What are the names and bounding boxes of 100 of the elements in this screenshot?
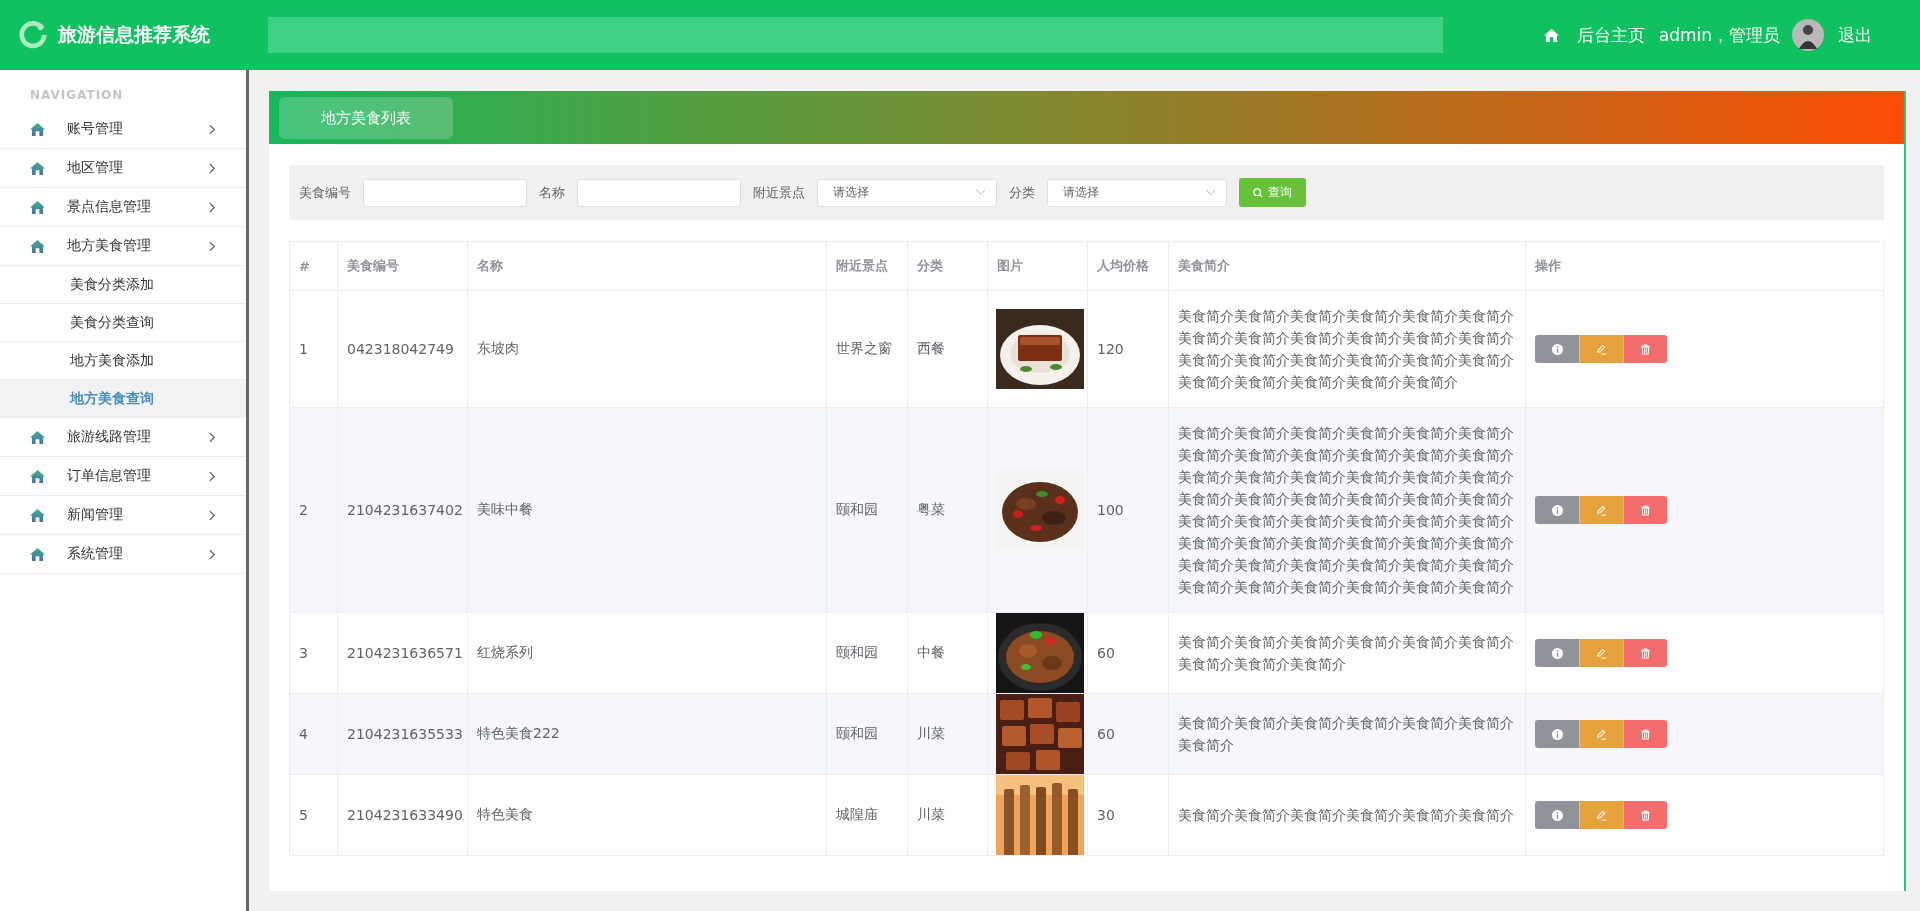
edit-button[interactable] — [1579, 639, 1623, 667]
trash-icon — [1640, 504, 1651, 516]
info-icon — [1551, 728, 1563, 740]
chevron-icon — [209, 548, 216, 560]
table-cell: 美食简介美食简介美食简介美食简介美食简介美食简介美食简介 — [1168, 693, 1526, 775]
table-cell: 特色美食222 — [467, 693, 827, 775]
table-cell: 5 — [289, 774, 338, 856]
home-icon — [30, 200, 45, 214]
home-icon — [30, 430, 45, 444]
column-header: 图片 — [987, 241, 1088, 291]
chevron-icon — [209, 431, 216, 443]
search-icon — [1253, 187, 1263, 198]
table-cell: 川菜 — [907, 693, 988, 775]
sidebar-subitem[interactable]: 美食分类查询 — [0, 304, 246, 342]
home-icon — [30, 508, 45, 522]
nav-heading: NAVIGATION — [29, 87, 125, 104]
details-button[interactable] — [1535, 801, 1579, 829]
home-icon[interactable] — [1543, 28, 1559, 42]
sidebar-item[interactable]: 系统管理 — [0, 535, 246, 574]
table-cell: 美味中餐 — [467, 407, 827, 613]
sidebar-item[interactable]: 账号管理 — [0, 110, 246, 149]
details-button[interactable] — [1535, 496, 1579, 524]
info-icon — [1551, 647, 1563, 659]
user-name: admin，管理员 — [1658, 23, 1780, 47]
table-cell: 美食简介美食简介美食简介美食简介美食简介美食简介美食简介美食简介美食简介美食简介美食简介美食简介美食简介美食简介美食简介美食简介美食简介美食简介美食简介美食简介美食简介美食简介美食简介美食简介美食简介美食简介美食简介美食简介美食简介美食简介美食简介美食简介美食简介美食简介美食简介美食简介美食简介美食简介美食简介美食简介美食简介美食简介美食简介美食简介美食简介美食简介美食简介美食简介 — [1168, 407, 1526, 613]
table-cell: 1 — [289, 290, 338, 408]
edit-button[interactable] — [1579, 335, 1623, 363]
trash-icon — [1640, 728, 1651, 740]
search-field[interactable] — [268, 17, 1443, 53]
edit-icon — [1596, 504, 1607, 516]
filter-label: 美食编号 — [299, 183, 351, 202]
app-title: 旅游信息推荐系统 — [58, 22, 210, 47]
info-icon — [1551, 504, 1563, 516]
table-cell: 2104231636571 — [337, 612, 468, 694]
table-cell: 60 — [1087, 612, 1169, 694]
table-cell: 川菜 — [907, 774, 988, 856]
sidebar-item[interactable]: 新闻管理 — [0, 496, 246, 535]
caret-icon — [1205, 189, 1216, 196]
table-cell: 2104231633490 — [337, 774, 468, 856]
column-header: 人均价格 — [1087, 241, 1169, 291]
home-icon — [30, 547, 45, 561]
table-cell: 特色美食 — [467, 774, 827, 856]
filter-label: 附近景点 — [753, 183, 805, 202]
edit-icon — [1596, 647, 1607, 659]
table-cell: 城隍庙 — [826, 774, 908, 856]
delete-button[interactable] — [1623, 496, 1667, 524]
avatar-icon[interactable] — [1792, 19, 1824, 51]
sidebar-item[interactable]: 景点信息管理 — [0, 188, 246, 227]
column-header: 附近景点 — [826, 241, 908, 291]
column-header: 美食编号 — [337, 241, 468, 291]
table-cell: 042318042749 — [337, 290, 468, 408]
logo-icon — [18, 20, 48, 50]
select-field[interactable]: 请选择 — [1047, 178, 1227, 207]
delete-button[interactable] — [1623, 801, 1667, 829]
edit-button[interactable] — [1579, 720, 1623, 748]
table-cell: 东坡肉 — [467, 290, 827, 408]
sidebar-item[interactable]: 旅游线路管理 — [0, 418, 246, 457]
column-header: 操作 — [1525, 241, 1884, 291]
trash-icon — [1640, 343, 1651, 355]
filter-label: 分类 — [1009, 183, 1035, 202]
table-cell: 颐和园 — [826, 407, 908, 613]
chevron-icon — [209, 123, 216, 135]
details-button[interactable] — [1535, 720, 1579, 748]
chevron-icon — [209, 240, 216, 252]
table-cell: 美食简介美食简介美食简介美食简介美食简介美食简介美食简介美食简介美食简介美食简介美食简介美食简介美食简介美食简介美食简介美食简介美食简介美食简介美食简介美食简介美食简介美食简介美食简介 — [1168, 290, 1526, 408]
sidebar-item[interactable]: 地区管理 — [0, 149, 246, 188]
table-cell: 中餐 — [907, 612, 988, 694]
input-field[interactable] — [577, 178, 741, 207]
input-field[interactable] — [363, 178, 527, 207]
edit-button[interactable] — [1579, 496, 1623, 524]
table-cell: 颐和园 — [826, 693, 908, 775]
delete-button[interactable] — [1623, 720, 1667, 748]
info-icon — [1551, 809, 1563, 821]
edit-button[interactable] — [1579, 801, 1623, 829]
table-cell: 2 — [289, 407, 338, 613]
chevron-icon — [209, 509, 216, 521]
table-cell: 西餐 — [907, 290, 988, 408]
trash-icon — [1640, 647, 1651, 659]
home-icon — [30, 122, 45, 136]
table-cell: 100 — [1087, 407, 1169, 613]
details-button[interactable] — [1535, 335, 1579, 363]
table-cell: 红烧系列 — [467, 612, 827, 694]
edit-icon — [1596, 728, 1607, 740]
table-cell: 美食简介美食简介美食简介美食简介美食简介美食简介 — [1168, 774, 1526, 856]
select-field[interactable]: 请选择 — [817, 178, 997, 207]
info-icon — [1551, 343, 1563, 355]
column-header: # — [289, 241, 338, 291]
table-cell: 2104231635533 — [337, 693, 468, 775]
sidebar-subitem[interactable]: 美食分类添加 — [0, 266, 246, 304]
table-cell: 世界之窗 — [826, 290, 908, 408]
delete-button[interactable] — [1623, 335, 1667, 363]
table-cell: 美食简介美食简介美食简介美食简介美食简介美食简介美食简介美食简介美食简介 — [1168, 612, 1526, 694]
sidebar-item[interactable]: 订单信息管理 — [0, 457, 246, 496]
home-icon — [30, 469, 45, 483]
table-cell: 粤菜 — [907, 407, 988, 613]
sidebar-item[interactable]: 地方美食管理 — [0, 227, 246, 266]
home-icon — [30, 239, 45, 253]
details-button[interactable] — [1535, 639, 1579, 667]
table-cell: 4 — [289, 693, 338, 775]
delete-button[interactable] — [1623, 639, 1667, 667]
